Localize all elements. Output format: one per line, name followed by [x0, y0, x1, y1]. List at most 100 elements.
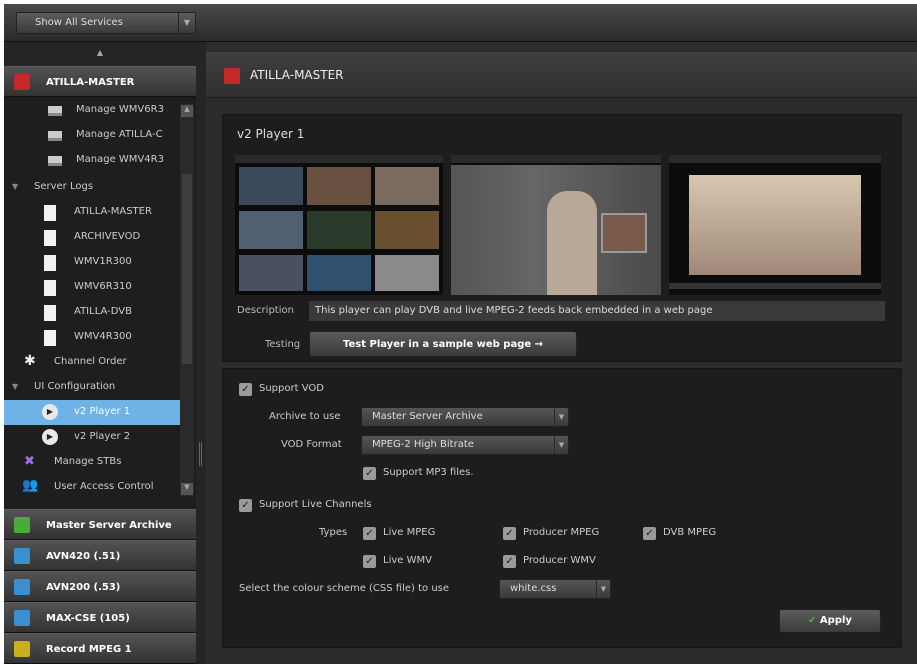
tools-icon: ✖ [24, 454, 35, 469]
sidebar-item-label: WMV6R310 [74, 281, 132, 292]
play-icon: ▶ [42, 404, 58, 420]
sidebar-item-v2-player-1[interactable]: ▶ v2 Player 1 [4, 400, 180, 425]
document-icon [44, 280, 56, 296]
expand-triangle-icon[interactable]: ▼ [12, 382, 18, 391]
chevron-down-icon[interactable]: ▼ [178, 13, 195, 33]
sidebar-item-log-wmv1r300[interactable]: WMV1R300 [4, 250, 180, 275]
player-preview-image-3 [669, 155, 881, 295]
sidebar-item-manage-wmv6r3[interactable]: Manage WMV6R3 [4, 98, 180, 123]
expand-triangle-icon[interactable]: ▼ [12, 182, 18, 191]
sidebar-item-user-access-control[interactable]: 👥 User Access Control [4, 475, 180, 500]
service-status-icon [14, 610, 30, 626]
testing-label: Testing [265, 339, 301, 350]
sidebar-item-log-wmv6r310[interactable]: WMV6R310 [4, 275, 180, 300]
scrollbar-thumb[interactable] [182, 174, 192, 364]
producer-wmv-label: Producer WMV [523, 555, 596, 566]
scroll-up-button[interactable]: ▲ [181, 105, 193, 117]
types-label: Types [319, 527, 348, 538]
service-header-avn200[interactable]: AVN200 (.53) [4, 571, 196, 602]
service-header-atilla-master[interactable]: ATILLA-MASTER [4, 66, 196, 97]
sidebar-item-server-logs[interactable]: ▼ Server Logs [4, 175, 180, 200]
sidebar: ▲ ATILLA-MASTER Manage WMV6R3 Manage ATI… [4, 42, 196, 664]
vod-format-select[interactable]: MPEG-2 High Bitrate ▼ [361, 435, 569, 455]
sidebar-item-label: v2 Player 2 [74, 431, 131, 442]
service-name: Record MPEG 1 [46, 644, 132, 655]
support-mp3-checkbox[interactable]: ✓ [363, 467, 376, 480]
description-label: Description [237, 305, 294, 316]
service-header-master-server-archive[interactable]: Master Server Archive [4, 509, 196, 540]
support-vod-label: Support VOD [259, 383, 324, 394]
service-name: AVN200 (.53) [46, 582, 121, 593]
apply-button-label: Apply [819, 615, 852, 626]
vod-format-label: VOD Format [281, 439, 342, 450]
chevron-down-icon: ▼ [554, 436, 568, 454]
main-panel: ATILLA-MASTER v2 Player 1 Description Th… [206, 42, 917, 664]
preview-toolbar [451, 155, 661, 163]
chevron-down-icon: ▼ [596, 580, 610, 598]
sidebar-item-label: User Access Control [54, 481, 154, 492]
player-preview-image-2 [451, 155, 661, 295]
play-icon: ▶ [42, 429, 58, 445]
video-thumbnail [375, 167, 439, 205]
sidebar-item-manage-stbs[interactable]: ✖ Manage STBs [4, 450, 180, 475]
archive-select-value: Master Server Archive [372, 411, 483, 422]
scroll-up-arrow-icon[interactable]: ▲ [4, 42, 196, 66]
sidebar-item-log-atilla-master[interactable]: ATILLA-MASTER [4, 200, 180, 225]
gear-icon: ✱ [24, 353, 36, 369]
presenter-figure [547, 191, 597, 295]
apply-button[interactable]: ✓ Apply [779, 609, 881, 633]
document-icon [44, 205, 56, 221]
chevron-down-icon: ▼ [554, 408, 568, 426]
video-thumbnail [375, 211, 439, 249]
show-all-services-dropdown[interactable]: Show All Services ▼ [16, 12, 196, 34]
live-wmv-label: Live WMV [383, 555, 432, 566]
top-bar: Show All Services ▼ [4, 4, 917, 42]
monitor-icon [48, 106, 62, 116]
live-mpeg-checkbox[interactable]: ✓ [363, 527, 376, 540]
service-header-avn420[interactable]: AVN420 (.51) [4, 540, 196, 571]
users-icon: 👥 [22, 478, 39, 493]
description-field[interactable]: This player can play DVB and live MPEG-2… [309, 301, 885, 321]
preview-toolbar [669, 155, 881, 163]
video-thumbnail [307, 255, 371, 291]
colour-scheme-select[interactable]: white.css ▼ [499, 579, 611, 599]
service-status-icon [224, 68, 240, 84]
sidebar-item-ui-configuration[interactable]: ▼ UI Configuration [4, 375, 180, 400]
player-title: v2 Player 1 [237, 127, 305, 141]
sidebar-item-log-wmv4r300[interactable]: WMV4R300 [4, 325, 180, 350]
producer-mpeg-checkbox[interactable]: ✓ [503, 527, 516, 540]
sidebar-item-log-archivevod[interactable]: ARCHIVEVOD [4, 225, 180, 250]
support-live-channels-checkbox[interactable]: ✓ [239, 499, 252, 512]
sidebar-item-manage-wmv4r3[interactable]: Manage WMV4R3 [4, 148, 180, 173]
service-status-icon [14, 641, 30, 657]
sidebar-scrollbar[interactable]: ▲ ▼ [180, 104, 194, 496]
video-thumbnail [239, 255, 303, 291]
sidebar-item-label: WMV1R300 [74, 256, 132, 267]
panel-splitter[interactable] [196, 42, 206, 664]
service-status-icon [14, 517, 30, 533]
live-wmv-checkbox[interactable]: ✓ [363, 555, 376, 568]
support-live-channels-label: Support Live Channels [259, 499, 372, 510]
sidebar-item-label: Manage WMV6R3 [76, 104, 164, 115]
dvb-mpeg-checkbox[interactable]: ✓ [643, 527, 656, 540]
producer-wmv-checkbox[interactable]: ✓ [503, 555, 516, 568]
player-details-panel: v2 Player 1 Description This player can … [222, 114, 902, 362]
sidebar-item-channel-order[interactable]: ✱ Channel Order [4, 350, 180, 375]
support-vod-checkbox[interactable]: ✓ [239, 383, 252, 396]
archive-select[interactable]: Master Server Archive ▼ [361, 407, 569, 427]
test-player-button[interactable]: Test Player in a sample web page → [309, 331, 577, 357]
scroll-down-button[interactable]: ▼ [181, 483, 193, 495]
service-header-record-mpeg-1[interactable]: Record MPEG 1 [4, 633, 196, 664]
show-all-services-label: Show All Services [35, 17, 123, 28]
sidebar-item-v2-player-2[interactable]: ▶ v2 Player 2 [4, 425, 180, 450]
sidebar-item-manage-atilla[interactable]: Manage ATILLA-C [4, 123, 180, 148]
app-window: Show All Services ▼ ▲ ATILLA-MASTER Mana… [4, 4, 917, 664]
document-icon [44, 330, 56, 346]
monitor-icon [48, 131, 62, 141]
service-header-max-cse[interactable]: MAX-CSE (105) [4, 602, 196, 633]
document-icon [44, 255, 56, 271]
service-status-icon [14, 579, 30, 595]
splitter-grip-icon[interactable] [199, 442, 202, 466]
main-header: ATILLA-MASTER [206, 52, 917, 98]
sidebar-item-log-atilla-dvb[interactable]: ATILLA-DVB [4, 300, 180, 325]
